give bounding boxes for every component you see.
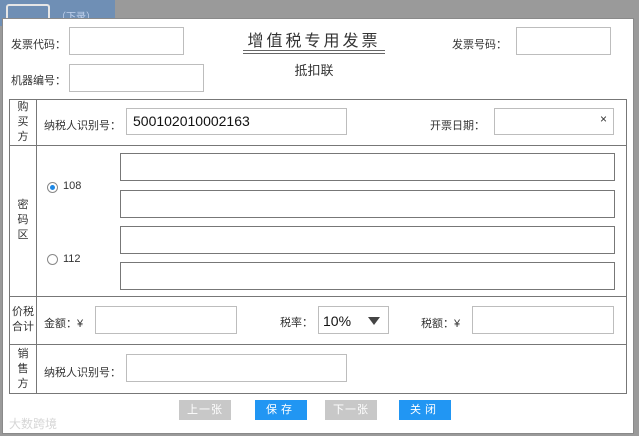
cipher-108-radio[interactable] xyxy=(47,182,58,193)
cipher-112-label: 112 xyxy=(63,253,81,265)
cipher-line-3-input[interactable] xyxy=(120,226,615,254)
watermark: 大数跨境 xyxy=(9,417,58,431)
cipher-line-4-input[interactable] xyxy=(120,262,615,290)
tax-rate-value: 10% xyxy=(323,313,352,329)
invoice-code-label: 发票代码： xyxy=(11,39,66,51)
buyer-taxpayer-id-value: 500102010002163 xyxy=(133,113,250,129)
next-button[interactable]: 下一张 xyxy=(325,400,377,420)
seller-section-label: 销 售 方 xyxy=(17,347,29,390)
save-button[interactable]: 保存 xyxy=(255,400,307,420)
tax-rate-select[interactable]: 10% xyxy=(318,306,389,334)
issue-date-input[interactable]: × xyxy=(494,108,614,135)
buyer-taxpayer-id-input[interactable]: 500102010002163 xyxy=(126,108,347,135)
cipher-108-label: 108 xyxy=(63,180,82,192)
title-underline xyxy=(243,50,385,51)
tax-amount-label: 税额：¥ xyxy=(421,318,461,330)
tax-rate-label: 税率： xyxy=(280,317,313,329)
invoice-number-label: 发票号码： xyxy=(452,39,507,51)
clear-icon[interactable]: × xyxy=(600,112,607,126)
cipher-section-label: 密 码 区 xyxy=(17,199,29,241)
buyer-taxpayer-id-label: 纳税人识别号： xyxy=(44,120,121,132)
seller-taxpayer-id-input[interactable] xyxy=(126,354,347,382)
title-underline-double xyxy=(243,53,385,54)
invoice-form-table: 购 买 方 纳税人识别号： 500102010002163 开票日期： × 密 … xyxy=(9,99,627,394)
invoice-title: 增值税专用发票 xyxy=(247,31,381,50)
cipher-line-2-input[interactable] xyxy=(120,190,615,218)
amount-input[interactable] xyxy=(95,306,237,334)
invoice-code-input[interactable] xyxy=(69,27,184,55)
buyer-section-label: 购 买 方 xyxy=(17,101,29,143)
cipher-112-radio[interactable] xyxy=(47,254,58,265)
tax-amount-input[interactable] xyxy=(472,306,614,334)
prev-button[interactable]: 上一张 xyxy=(179,400,231,420)
machine-number-label: 机器编号： xyxy=(11,75,66,87)
amount-label: 金额：¥ xyxy=(44,318,84,330)
invoice-subtitle: 抵扣联 xyxy=(294,63,334,78)
issue-date-label: 开票日期： xyxy=(430,120,485,132)
close-button[interactable]: 关闭 xyxy=(399,400,451,420)
seller-taxpayer-id-label: 纳税人识别号： xyxy=(44,367,121,379)
machine-number-input[interactable] xyxy=(69,64,204,92)
price-tax-section-label: 价税 合计 xyxy=(12,306,34,333)
cipher-line-1-input[interactable] xyxy=(120,153,615,181)
chevron-down-icon xyxy=(368,317,380,325)
invoice-number-input[interactable] xyxy=(516,27,611,55)
invoice-dialog: 发票代码： 机器编号： 增值税专用发票 抵扣联 发票号码： 购 买 方 纳税人识… xyxy=(2,18,634,434)
